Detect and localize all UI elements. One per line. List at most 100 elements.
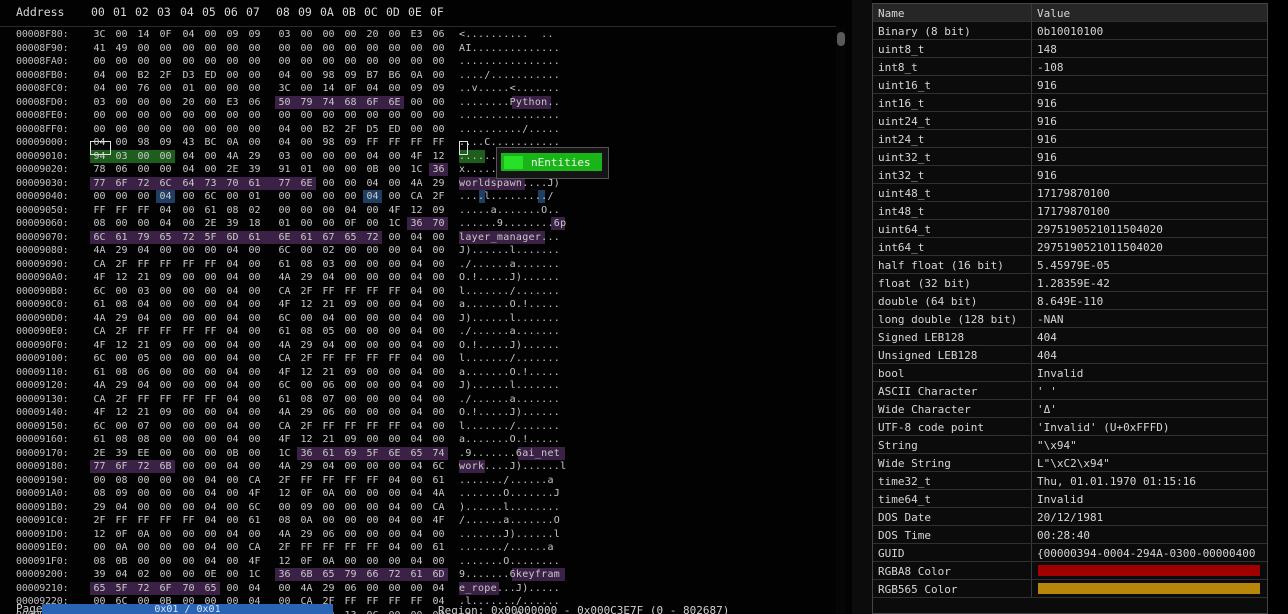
hex-byte[interactable]: FF [364, 353, 381, 364]
hex-byte[interactable]: 00 [342, 326, 359, 337]
hex-byte[interactable]: 09 [408, 83, 425, 94]
ascii-text[interactable]: )......l........ [459, 502, 560, 513]
inspector-row[interactable]: Unsigned LEB128 404 [873, 346, 1267, 364]
hex-byte[interactable]: 02 [320, 245, 337, 256]
hex-byte[interactable]: 00 [386, 110, 403, 121]
hex-byte[interactable]: 04 [342, 205, 359, 216]
hex-byte[interactable]: 72 [135, 583, 152, 594]
hex-byte[interactable]: 1C [408, 164, 425, 175]
hex-byte[interactable]: FF [135, 205, 152, 216]
hex-byte[interactable]: 00 [298, 151, 315, 162]
hex-byte[interactable]: 61 [246, 232, 263, 243]
hex-byte[interactable]: 0B [364, 164, 381, 175]
hex-byte[interactable]: 0F [342, 218, 359, 229]
hex-byte[interactable]: 09 [342, 70, 359, 81]
hex-byte[interactable]: 06 [320, 407, 337, 418]
inspector-value[interactable]: 2975190521011504020 [1037, 241, 1265, 254]
hex-byte[interactable]: 00 [298, 83, 315, 94]
hex-row[interactable]: 00008FB0: 04 00 B2 2F D3 ED 00 00 04 00 98 09 B7 B6 0A 0… [0, 70, 836, 81]
hex-byte[interactable]: 00 [386, 380, 403, 391]
hex-byte[interactable]: 00 [386, 232, 403, 243]
hex-byte[interactable]: 00 [430, 326, 447, 337]
ascii-text[interactable]: J)......l....... [459, 380, 560, 391]
hex-byte[interactable]: 6B [157, 461, 174, 472]
hex-byte[interactable]: 00 [135, 475, 152, 486]
inspector-value[interactable]: 148 [1037, 43, 1265, 56]
hex-byte[interactable]: 6E [298, 178, 315, 189]
hex-byte[interactable]: 01 [276, 218, 293, 229]
hex-byte[interactable]: 20 [364, 29, 381, 40]
hex-row[interactable]: 00009150: 6C 00 07 00 00 00 04 00 CA 2F FF FF FF FF 04 0… [0, 421, 836, 432]
hex-byte[interactable]: 64 [180, 178, 197, 189]
hex-byte[interactable]: FF [135, 394, 152, 405]
inspector-value[interactable]: 17179870100 [1037, 205, 1265, 218]
hex-byte[interactable]: FF [386, 421, 403, 432]
hex-row[interactable]: 00009010: 94 03 00 00 04 00 4A 29 03 00 00 00 04 00 4F 1… [0, 151, 836, 162]
hex-row[interactable]: 000090B0: 6C 00 03 00 00 00 04 00 CA 2F FF FF FF FF 04 0… [0, 286, 836, 297]
hex-byte[interactable]: 29 [113, 313, 130, 324]
hex-byte[interactable]: 09 [157, 137, 174, 148]
hex-byte[interactable]: 00 [364, 515, 381, 526]
hex-byte[interactable]: 00 [202, 461, 219, 472]
hex-row[interactable]: 00008F90: 41 49 00 00 00 00 00 00 00 00 00 00 00 00 00 0… [0, 43, 836, 54]
hex-byte[interactable]: CA [246, 475, 263, 486]
ascii-text[interactable]: layer_manager... [459, 232, 560, 243]
hex-byte[interactable]: 00 [180, 542, 197, 553]
hex-byte[interactable]: 00 [202, 29, 219, 40]
hex-byte[interactable]: 04 [364, 151, 381, 162]
hex-byte[interactable]: 00 [180, 205, 197, 216]
hex-byte[interactable]: 04 [202, 488, 219, 499]
hex-byte[interactable]: 04 [180, 29, 197, 40]
hex-byte[interactable]: 04 [224, 353, 241, 364]
hex-byte[interactable]: 00 [157, 151, 174, 162]
hex-byte[interactable]: 09 [224, 29, 241, 40]
hex-byte[interactable]: 04 [408, 232, 425, 243]
hex-byte[interactable]: 61 [320, 448, 337, 459]
hex-byte[interactable]: 69 [342, 448, 359, 459]
hex-byte[interactable]: 00 [386, 272, 403, 283]
hex-byte[interactable]: 00 [224, 556, 241, 567]
hex-byte[interactable]: 29 [298, 272, 315, 283]
hex-byte[interactable]: 00 [430, 259, 447, 270]
hex-byte[interactable]: 04 [408, 529, 425, 540]
inspector-value[interactable]: 404 [1037, 349, 1265, 362]
hex-byte[interactable]: 00 [135, 556, 152, 567]
hex-byte[interactable]: 04 [113, 502, 130, 513]
hex-byte[interactable]: 00 [298, 56, 315, 67]
hex-row[interactable]: 00009050: FF FF FF 04 00 61 08 02 00 00 00 04 00 4F 12 0… [0, 205, 836, 216]
hex-byte[interactable]: 5F [202, 232, 219, 243]
hex-byte[interactable]: 04 [202, 475, 219, 486]
hex-byte[interactable]: 00 [157, 488, 174, 499]
hex-byte[interactable]: 03 [276, 151, 293, 162]
hex-byte[interactable]: 00 [408, 583, 425, 594]
hex-byte[interactable]: 00 [386, 299, 403, 310]
inspector-value[interactable]: -NAN [1037, 313, 1265, 326]
hex-byte[interactable]: 61 [91, 367, 108, 378]
hex-byte[interactable]: 00 [430, 286, 447, 297]
hex-byte[interactable]: 00 [202, 448, 219, 459]
hex-byte[interactable]: 0F [298, 488, 315, 499]
hex-byte[interactable]: 00 [298, 245, 315, 256]
hex-byte[interactable]: 00 [246, 56, 263, 67]
hex-byte[interactable]: D5 [364, 124, 381, 135]
hex-byte[interactable]: 00 [224, 56, 241, 67]
hex-byte[interactable]: 00 [246, 353, 263, 364]
hex-byte[interactable]: 29 [320, 583, 337, 594]
hex-byte[interactable]: 29 [246, 151, 263, 162]
hex-byte[interactable]: 2F [113, 259, 130, 270]
hex-byte[interactable]: 4F [386, 205, 403, 216]
hex-byte[interactable]: 00 [180, 434, 197, 445]
hex-byte[interactable]: 0A [224, 137, 241, 148]
hex-row[interactable]: 00008FA0: 00 00 00 00 00 00 00 00 00 00 00 00 00 00 00 0… [0, 56, 836, 67]
hex-byte[interactable]: 73 [202, 178, 219, 189]
hex-byte[interactable]: 00 [202, 313, 219, 324]
hex-byte[interactable]: 65 [408, 448, 425, 459]
hex-byte[interactable]: EE [135, 448, 152, 459]
hex-byte[interactable]: 00 [224, 583, 241, 594]
hex-byte[interactable]: 36 [408, 218, 425, 229]
hex-byte[interactable]: 00 [113, 286, 130, 297]
hex-byte[interactable]: 00 [180, 502, 197, 513]
hex-byte[interactable]: 00 [180, 569, 197, 580]
hex-byte[interactable]: 79 [135, 232, 152, 243]
hex-byte[interactable]: 00 [342, 515, 359, 526]
